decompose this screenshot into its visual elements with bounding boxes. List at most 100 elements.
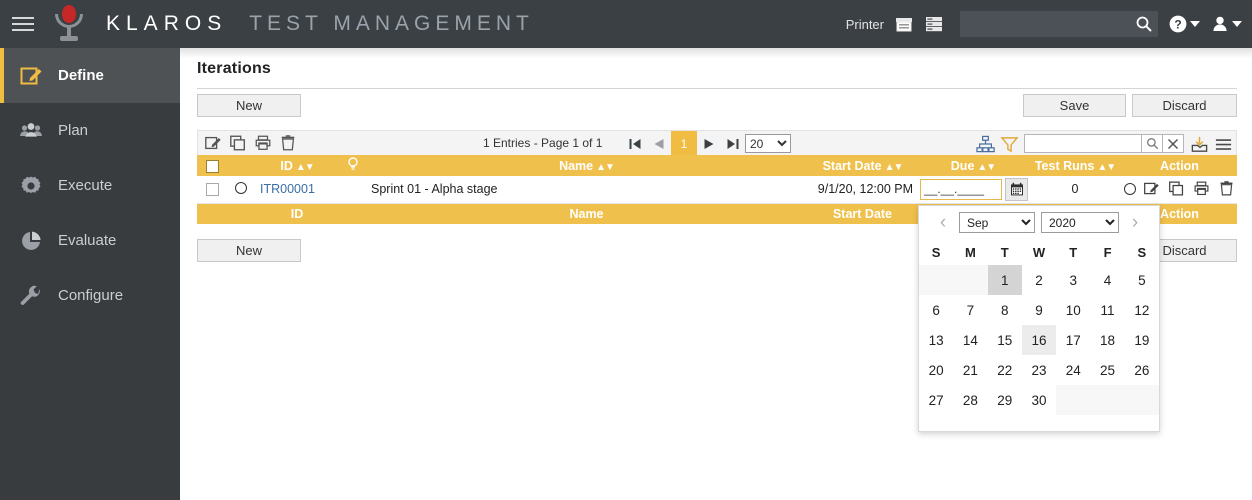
top-bar: KLAROS TEST MANAGEMENT Printer ?: [0, 0, 1252, 48]
new-button-top[interactable]: New: [197, 94, 301, 117]
calendar-day-21[interactable]: 21: [953, 355, 987, 385]
new-button-bottom[interactable]: New: [197, 239, 301, 262]
col-header-start-date[interactable]: Start Date ▲▼: [807, 155, 918, 176]
calendar-day-27[interactable]: 27: [919, 385, 953, 415]
table-toolbar: 1 Entries - Page 1 of 1 1 20: [197, 130, 1237, 156]
calendar-day-28[interactable]: 28: [953, 385, 987, 415]
filter-search-button[interactable]: [1142, 134, 1163, 153]
save-button[interactable]: Save: [1023, 94, 1126, 117]
calendar-day-24[interactable]: 24: [1056, 355, 1090, 385]
calendar-day-5[interactable]: 5: [1125, 265, 1159, 295]
due-date-input[interactable]: [920, 178, 1002, 200]
row-copy-icon[interactable]: [1168, 180, 1186, 198]
page-number-1[interactable]: 1: [671, 131, 697, 156]
printer-icon[interactable]: [894, 14, 914, 34]
calendar-day-14[interactable]: 14: [953, 325, 987, 355]
calendar-day-11[interactable]: 11: [1090, 295, 1124, 325]
row-checkbox[interactable]: [205, 183, 219, 197]
calendar-icon[interactable]: [1005, 177, 1028, 201]
sidebar-item-evaluate[interactable]: Evaluate: [0, 213, 180, 268]
sort-icon[interactable]: ▲▼: [296, 162, 315, 173]
calendar-day-7[interactable]: 7: [953, 295, 987, 325]
user-icon[interactable]: [1210, 14, 1230, 34]
user-menu[interactable]: [1210, 14, 1242, 34]
search-input[interactable]: [960, 12, 1130, 36]
more-menu-icon[interactable]: [1214, 135, 1232, 153]
sidebar-item-execute[interactable]: Execute: [0, 158, 180, 213]
col-header-name[interactable]: Name ▲▼: [366, 155, 807, 176]
pencil-square-icon: [18, 63, 44, 89]
calendar-day-25[interactable]: 25: [1090, 355, 1124, 385]
calendar-day-16[interactable]: 16: [1021, 325, 1057, 355]
row-select-cell: [197, 176, 227, 204]
sidebar-item-configure[interactable]: Configure: [0, 268, 180, 323]
calendar-day-13[interactable]: 13: [919, 325, 953, 355]
hamburger-menu-icon[interactable]: [0, 0, 46, 48]
page-size-select[interactable]: 20: [745, 134, 791, 153]
sort-icon[interactable]: ▲▼: [977, 162, 996, 173]
month-select[interactable]: Sep: [959, 212, 1035, 233]
next-month-button[interactable]: ›: [1125, 212, 1145, 234]
col-header-test-runs[interactable]: Test Runs ▲▼: [1028, 155, 1122, 176]
chevron-down-icon[interactable]: [1232, 21, 1242, 27]
calendar-day-2[interactable]: 2: [1022, 265, 1056, 295]
first-page-button[interactable]: [623, 131, 647, 156]
calendar-day-15[interactable]: 15: [988, 325, 1022, 355]
hierarchy-icon[interactable]: [976, 135, 995, 153]
iteration-id-link[interactable]: ITR00001: [260, 182, 315, 196]
row-print-icon[interactable]: [1193, 180, 1211, 198]
chevron-down-icon[interactable]: [1190, 21, 1200, 27]
select-all-checkbox[interactable]: [205, 159, 219, 173]
col-header-id[interactable]: ID ▲▼: [255, 155, 339, 176]
search-icon[interactable]: [1135, 15, 1153, 33]
calendar-day-17[interactable]: 17: [1056, 325, 1090, 355]
calendar-day-30[interactable]: 30: [1022, 385, 1056, 415]
filter-icon[interactable]: [1000, 135, 1019, 153]
calendar-day-3[interactable]: 3: [1056, 265, 1090, 295]
help-menu[interactable]: ?: [1168, 14, 1200, 34]
delete-icon[interactable]: [279, 134, 297, 152]
calendar-day-10[interactable]: 10: [1056, 295, 1090, 325]
sort-icon[interactable]: ▲▼: [885, 162, 904, 173]
calendar-day-1[interactable]: 1: [987, 265, 1022, 295]
calendar-day-20[interactable]: 20: [919, 355, 953, 385]
calendar-day-9[interactable]: 9: [1022, 295, 1056, 325]
next-page-button[interactable]: [697, 131, 721, 156]
sort-icon[interactable]: ▲▼: [1097, 162, 1116, 173]
calendar-day-18[interactable]: 18: [1090, 325, 1124, 355]
print-icon[interactable]: [254, 134, 272, 152]
calendar-day-29[interactable]: 29: [988, 385, 1022, 415]
discard-button[interactable]: Discard: [1132, 94, 1237, 117]
calendar-day-23[interactable]: 23: [1022, 355, 1056, 385]
global-search[interactable]: [960, 11, 1158, 37]
row-delete-icon[interactable]: [1218, 180, 1236, 198]
col-header-due[interactable]: Due ▲▼: [918, 155, 1028, 176]
sidebar-item-define[interactable]: Define: [0, 48, 180, 103]
prev-page-button[interactable]: [647, 131, 671, 156]
year-select[interactable]: 2020: [1041, 212, 1119, 233]
row-state-circle-icon[interactable]: [1123, 183, 1136, 196]
calendar-blank-cell: [919, 265, 954, 295]
calendar-day-19[interactable]: 19: [1125, 325, 1159, 355]
filter-clear-button[interactable]: [1163, 134, 1184, 153]
calendar-day-12[interactable]: 12: [1125, 295, 1159, 325]
copy-icon[interactable]: [229, 134, 247, 152]
content-top-shade: [180, 48, 1252, 58]
sort-icon[interactable]: ▲▼: [596, 162, 615, 173]
calendar-day-8[interactable]: 8: [988, 295, 1022, 325]
calendar-day-22[interactable]: 22: [988, 355, 1022, 385]
server-list-icon[interactable]: [924, 14, 944, 34]
help-icon[interactable]: ?: [1168, 14, 1188, 34]
calendar-day-4[interactable]: 4: [1090, 265, 1124, 295]
sidebar-item-plan[interactable]: Plan: [0, 103, 180, 158]
calendar-day-26[interactable]: 26: [1125, 355, 1159, 385]
export-download-icon[interactable]: [1190, 135, 1208, 153]
row-edit-icon[interactable]: [1143, 180, 1161, 198]
prev-month-button[interactable]: ‹: [933, 212, 953, 234]
filter-input[interactable]: [1024, 134, 1142, 153]
status-circle-icon[interactable]: [235, 181, 247, 194]
table-row[interactable]: ITR00001 Sprint 01 - Alpha stage 9/1/20,…: [197, 176, 1237, 204]
calendar-day-6[interactable]: 6: [919, 295, 953, 325]
last-page-button[interactable]: [721, 131, 745, 156]
edit-icon[interactable]: [204, 134, 222, 152]
